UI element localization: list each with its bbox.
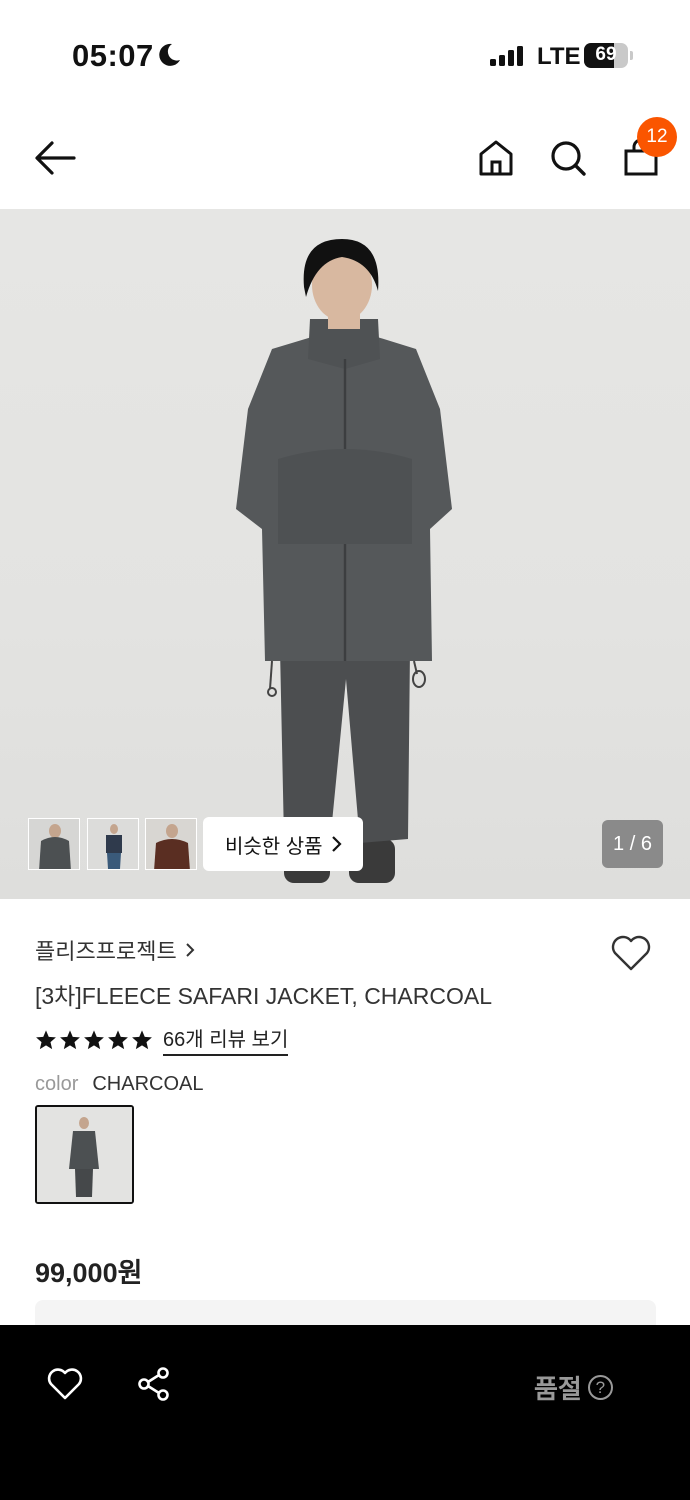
product-image[interactable] [0, 209, 690, 899]
star-icon [108, 1029, 128, 1049]
brand-link[interactable]: 플리즈프로젝트 [35, 934, 195, 966]
thumbnail-2[interactable] [87, 818, 139, 870]
review-link[interactable]: 66개 리뷰 보기 [163, 1023, 289, 1056]
thumbnail-1[interactable] [28, 818, 80, 870]
star-icon [84, 1029, 104, 1049]
product-title: [3차]FLEECE SAFARI JACKET, CHARCOAL [35, 983, 493, 1009]
star-icon [132, 1029, 152, 1049]
battery-icon: 69 [584, 43, 628, 68]
model-photo [236, 239, 452, 883]
rating-stars [35, 1029, 153, 1051]
question-circle-icon[interactable]: ? [587, 1375, 613, 1400]
battery-cap [630, 51, 633, 60]
status-bar: 05:07 LTE 69 [0, 0, 690, 100]
thumbnail-3[interactable] [145, 818, 197, 870]
heart-icon[interactable] [46, 1367, 84, 1401]
soldout-status: 품절 ? [534, 1369, 613, 1406]
color-label: color [35, 1073, 79, 1095]
status-time: 05:07 [72, 38, 154, 73]
search-icon[interactable] [549, 139, 587, 177]
signal-icon [490, 46, 523, 66]
battery-percent: 69 [595, 44, 617, 65]
similar-products-button[interactable]: 비슷한 상품 [203, 817, 363, 871]
chevron-right-icon [185, 943, 195, 957]
color-value: CHARCOAL [92, 1073, 204, 1095]
similar-products-label: 비슷한 상품 [225, 835, 323, 858]
bottom-action-bar [0, 1325, 690, 1500]
soldout-label: 품절 [534, 1374, 582, 1404]
arrow-left-icon[interactable] [34, 140, 76, 176]
nav-bar [0, 100, 690, 210]
moon-icon [159, 43, 180, 66]
chevron-right-icon [331, 836, 342, 852]
brand-name: 플리즈프로젝트 [35, 939, 177, 964]
cart-count-badge: 12 [637, 117, 677, 157]
star-icon [60, 1029, 80, 1049]
product-price: 99,000원 [35, 1258, 143, 1288]
color-row: color CHARCOAL [35, 1073, 204, 1096]
network-label: LTE [537, 43, 581, 70]
star-icon [36, 1029, 56, 1049]
home-icon[interactable] [478, 139, 514, 177]
rating-row: 66개 리뷰 보기 [35, 1023, 289, 1056]
color-swatch-charcoal[interactable] [35, 1105, 134, 1204]
heart-icon[interactable] [610, 934, 652, 972]
image-page-indicator: 1 / 6 [602, 820, 663, 868]
share-icon[interactable] [136, 1366, 172, 1402]
